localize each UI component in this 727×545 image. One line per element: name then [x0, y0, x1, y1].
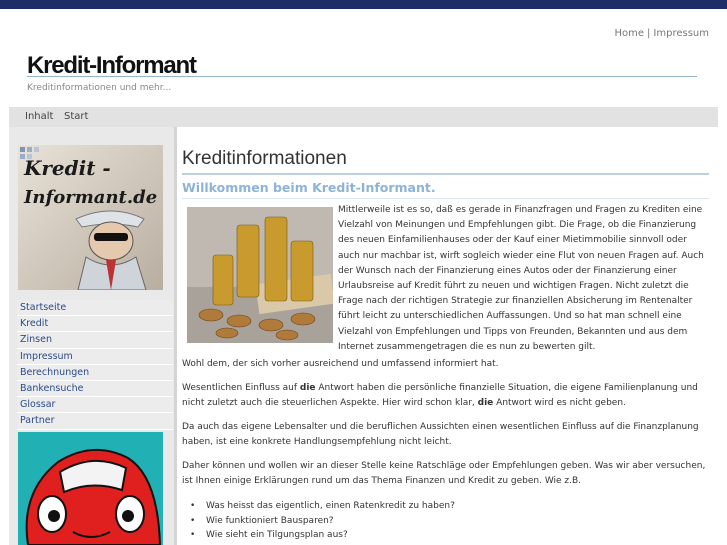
top-links: Home | Impressum [615, 28, 710, 39]
paragraph-informed: Wohl dem, der sich vorher ausreichend un… [182, 359, 499, 369]
column-divider [174, 127, 177, 545]
paragraph-influence-text-1: Wesentlichen Einfluss auf [182, 383, 300, 393]
coins-image [187, 207, 333, 343]
sidebar-menu: Startseite Kredit Zinsen Impressum Berec… [17, 300, 173, 430]
sidebar-item-glossar[interactable]: Glossar [17, 397, 173, 414]
top-navigation: Inhalt Start [9, 107, 718, 127]
red-car-icon [18, 432, 163, 545]
nav-item-start[interactable]: Start [64, 111, 88, 122]
question-list: Was heisst das eigentlich, einen Ratenkr… [190, 499, 455, 543]
page-title-divider [182, 173, 709, 175]
site-subtitle: Kreditinformationen und mehr... [27, 83, 172, 93]
welcome-heading: Willkommen beim Kredit-Informant. [182, 180, 436, 195]
sidebar-item-kredit[interactable]: Kredit [17, 316, 173, 333]
sidebar-item-bankensuche[interactable]: Bankensuche [17, 380, 173, 398]
home-link[interactable]: Home [615, 28, 645, 39]
top-links-separator: | [647, 28, 651, 39]
paragraph-age: Da auch das eigene Lebensalter und die b… [182, 422, 699, 448]
impressum-link[interactable]: Impressum [653, 28, 709, 39]
detective-logo-image: Kredit - Informant.de [18, 145, 163, 290]
paragraph-influence: Wesentlichen Einfluss auf die Antwort ha… [182, 381, 710, 412]
intro-paragraph: Mittlerweile ist es so, daß es gerade in… [338, 205, 704, 352]
paragraph-influence-bold-1: die [299, 383, 316, 393]
paragraph-advice: Daher können und wollen wir an dieser St… [182, 461, 706, 487]
paragraph-influence-bold-2: die [477, 398, 494, 409]
top-bar [0, 0, 727, 9]
nav-item-inhalt[interactable]: Inhalt [25, 111, 53, 122]
car-banner-image[interactable] [18, 432, 163, 545]
site-logo[interactable]: Kredit - Informant.de [18, 145, 163, 290]
paragraph-influence-text-3: Antwort wird es nicht geben. [493, 398, 626, 409]
sidebar-item-startseite[interactable]: Startseite [17, 300, 173, 317]
logo-text-informant: Informant.de [23, 187, 157, 208]
list-item[interactable]: Wie funktioniert Bausparen? [190, 514, 455, 529]
coins-photo [187, 207, 333, 343]
sidebar-item-berechnungen[interactable]: Berechnungen [17, 364, 173, 381]
sidebar-item-impressum[interactable]: Impressum [17, 348, 173, 365]
logo-text-kredit: Kredit - [23, 156, 111, 180]
sidebar-item-partner[interactable]: Partner [17, 413, 173, 430]
list-item[interactable]: Was heisst das eigentlich, einen Ratenkr… [190, 499, 455, 514]
page-title: Kreditinformationen [182, 148, 347, 169]
title-divider [27, 76, 697, 77]
list-item[interactable]: Wie sieht ein Tilgungsplan aus? [190, 528, 455, 543]
welcome-divider [182, 198, 709, 199]
sidebar-item-zinsen[interactable]: Zinsen [17, 332, 173, 349]
